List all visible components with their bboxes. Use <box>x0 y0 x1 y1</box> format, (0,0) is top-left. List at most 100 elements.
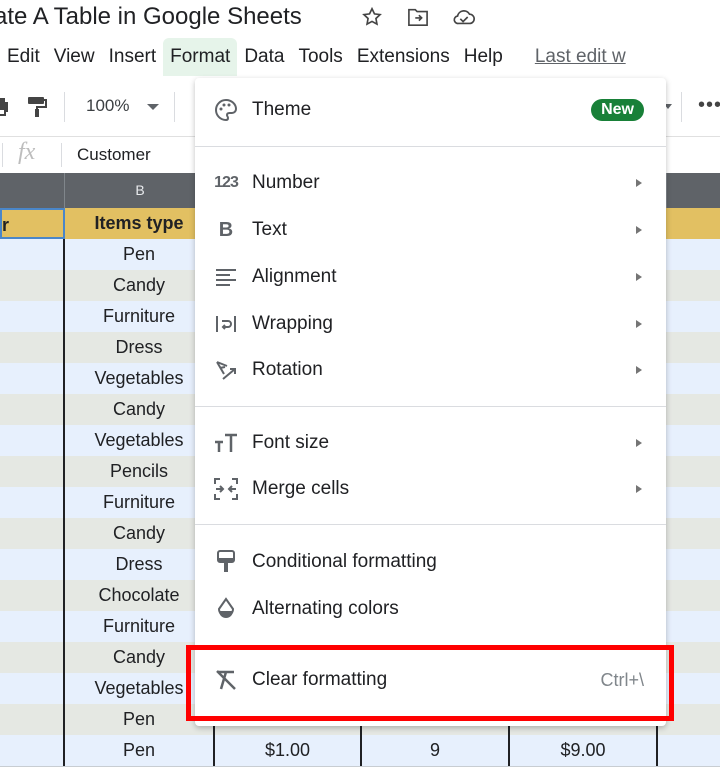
cell-customer[interactable] <box>0 301 65 332</box>
cell-customer[interactable] <box>0 673 65 704</box>
text-wrap-icon <box>213 311 239 337</box>
header-cell-items-type[interactable]: Items type <box>65 208 215 239</box>
last-edit-link[interactable]: Last edit w <box>528 38 633 76</box>
menu-bar: Edit View Insert Format Data Tools Exten… <box>0 38 633 76</box>
cell-items-type[interactable]: Furniture <box>65 611 215 642</box>
cell-customer[interactable] <box>0 239 65 270</box>
cell-total[interactable]: $9.00 <box>510 735 658 766</box>
menu-item-label: Font size <box>252 432 330 453</box>
cell-items-type[interactable]: Candy <box>65 518 215 549</box>
column-header-a[interactable] <box>0 173 63 208</box>
more-icon[interactable]: ••• <box>698 94 720 117</box>
submenu-arrow-icon <box>636 179 642 187</box>
menu-item-label: Text <box>252 219 287 240</box>
menu-item-font-size[interactable]: Font size <box>195 420 666 466</box>
toolbar-divider <box>681 92 682 122</box>
menu-item-label: Number <box>252 172 320 193</box>
menu-item-label: Rotation <box>252 359 323 380</box>
cell-customer[interactable] <box>0 642 65 673</box>
paint-format-icon[interactable] <box>27 96 47 123</box>
formula-divider <box>61 143 62 167</box>
number-123-icon: 123 <box>214 174 239 191</box>
menu-item-alignment[interactable]: Alignment <box>195 254 666 300</box>
annotation-highlight-box <box>186 645 674 721</box>
menu-help[interactable]: Help <box>457 38 510 76</box>
menu-divider <box>195 146 666 147</box>
cell-price[interactable]: $1.00 <box>215 735 362 766</box>
menu-tools[interactable]: Tools <box>291 38 349 76</box>
cell-items-type[interactable]: Candy <box>65 394 215 425</box>
cell-items-type[interactable]: Pen <box>65 735 215 766</box>
fx-icon: fx <box>18 139 36 165</box>
menu-item-merge-cells[interactable]: Merge cells <box>195 466 666 512</box>
cell-items-type[interactable]: Dress <box>65 549 215 580</box>
menu-item-label: Alternating colors <box>252 598 399 619</box>
submenu-arrow-icon <box>636 273 642 281</box>
cell-customer[interactable] <box>0 487 65 518</box>
cloud-saved-icon[interactable] <box>452 4 476 30</box>
cell-items-type[interactable]: Furniture <box>65 301 215 332</box>
zoom-dropdown-icon[interactable] <box>147 104 159 110</box>
zoom-select[interactable]: 100% <box>86 96 129 116</box>
menu-item-number[interactable]: 123 Number <box>195 160 666 206</box>
cell-customer[interactable] <box>0 704 65 735</box>
submenu-arrow-icon <box>636 439 642 447</box>
menu-view[interactable]: View <box>47 38 102 76</box>
menu-item-conditional-formatting[interactable]: Conditional formatting <box>195 539 666 585</box>
text-rotation-icon <box>213 357 239 383</box>
menu-edit[interactable]: Edit <box>0 38 47 76</box>
menu-item-label: Merge cells <box>252 478 350 499</box>
cell-customer[interactable] <box>0 580 65 611</box>
document-title[interactable]: ate A Table in Google Sheets <box>0 0 302 36</box>
cell-customer[interactable] <box>0 270 65 301</box>
cell-customer[interactable] <box>0 456 65 487</box>
cell-items-type[interactable]: Vegetables <box>65 425 215 456</box>
cell-customer[interactable] <box>0 425 65 456</box>
format-menu: Theme New 123 Number B Text Alignment Wr… <box>195 78 666 726</box>
cell-customer[interactable] <box>0 611 65 642</box>
menu-extensions[interactable]: Extensions <box>350 38 457 76</box>
toolbar-divider <box>174 92 175 122</box>
align-left-icon <box>213 264 239 290</box>
submenu-arrow-icon <box>636 366 642 374</box>
cell-customer[interactable] <box>0 735 65 766</box>
menu-data[interactable]: Data <box>237 38 291 76</box>
submenu-arrow-icon <box>636 320 642 328</box>
cell-qty[interactable]: 9 <box>362 735 510 766</box>
menu-item-rotation[interactable]: Rotation <box>195 347 666 393</box>
submenu-arrow-icon <box>636 226 642 234</box>
cell-customer[interactable] <box>0 363 65 394</box>
menu-divider <box>195 406 666 407</box>
submenu-arrow-icon <box>636 485 642 493</box>
menu-item-label: Wrapping <box>252 313 333 334</box>
cell-items-type[interactable]: Dress <box>65 332 215 363</box>
new-badge: New <box>591 99 644 121</box>
cell-customer[interactable] <box>0 549 65 580</box>
cell-items-type[interactable]: Pencils <box>65 456 215 487</box>
cell-items-type[interactable]: Furniture <box>65 487 215 518</box>
toolbar-divider <box>64 92 65 122</box>
cell-customer[interactable] <box>0 394 65 425</box>
column-header-next[interactable] <box>666 173 720 208</box>
cell-items-type[interactable]: Pen <box>65 239 215 270</box>
menu-item-alternating-colors[interactable]: Alternating colors <box>195 586 666 632</box>
menu-item-theme[interactable]: Theme New <box>195 87 666 133</box>
move-to-folder-icon[interactable] <box>406 4 430 30</box>
cell-items-type[interactable]: Vegetables <box>65 363 215 394</box>
star-icon[interactable] <box>360 4 384 30</box>
menu-insert[interactable]: Insert <box>102 38 164 76</box>
menu-item-text[interactable]: B Text <box>195 207 666 253</box>
merge-cells-icon <box>213 476 239 502</box>
formula-input[interactable]: Customer <box>77 145 151 165</box>
menu-item-wrapping[interactable]: Wrapping <box>195 301 666 347</box>
cell-customer[interactable] <box>0 518 65 549</box>
cell-items-type[interactable]: Chocolate <box>65 580 215 611</box>
cell-customer[interactable] <box>0 332 65 363</box>
header-cell-a[interactable]: r <box>0 208 65 239</box>
paint-roller-icon <box>213 549 239 575</box>
menu-format[interactable]: Format <box>163 38 238 76</box>
cell-items-type[interactable]: Candy <box>65 270 215 301</box>
print-icon[interactable] <box>0 96 10 123</box>
menu-divider <box>195 524 666 525</box>
column-header-b[interactable]: B <box>64 173 215 208</box>
